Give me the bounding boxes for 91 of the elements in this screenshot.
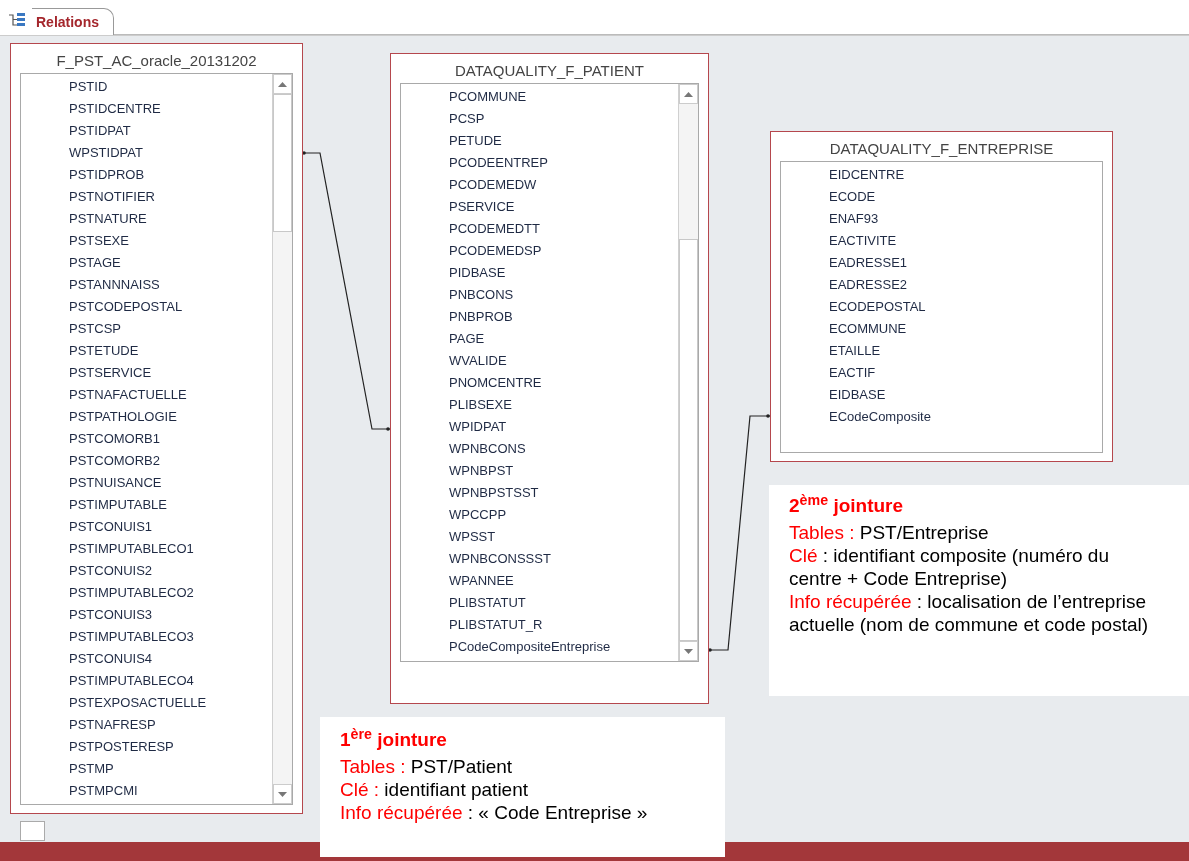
annotation-text: Tables : PST/Patient <box>340 755 514 778</box>
field-name[interactable]: PSTNAFRESP <box>21 714 272 736</box>
field-name[interactable]: PSTMP <box>21 758 272 780</box>
scrollbar[interactable] <box>272 74 292 804</box>
field-name[interactable]: PSTCONUIS3 <box>21 604 272 626</box>
field-name[interactable]: PCODEMEDSP <box>401 240 678 262</box>
field-name[interactable]: PNOMCENTRE <box>401 372 678 394</box>
annotation-text: Info récupérée : « Code Entreprise » <box>340 801 649 824</box>
field-name[interactable]: PLIBSEXE <box>401 394 678 416</box>
field-name[interactable]: PAGE <box>401 328 678 350</box>
field-name[interactable]: PSTIDPAT <box>21 120 272 142</box>
table-title: F_PST_AC_oracle_20131202 <box>55 51 258 71</box>
scroll-thumb[interactable] <box>273 94 292 232</box>
field-name[interactable]: PCODEMEDW <box>401 174 678 196</box>
field-name[interactable]: PSTPOSTERESP <box>21 736 272 758</box>
field-name[interactable]: PCSP <box>401 108 678 130</box>
field-name[interactable]: PSTIDPROB <box>21 164 272 186</box>
field-name[interactable]: PCOMMUNE <box>401 86 678 108</box>
field-name[interactable]: PSTMPCMI <box>21 780 272 802</box>
field-name[interactable]: WPIDPAT <box>401 416 678 438</box>
field-name[interactable]: PSTID <box>21 76 272 98</box>
field-name[interactable]: PSTPATHOLOGIE <box>21 406 272 428</box>
annotation-heading: 1$^{ère}$ jointure <box>340 725 448 752</box>
field-name[interactable]: ETAILLE <box>781 340 1102 362</box>
field-name[interactable]: PCODEMEDTT <box>401 218 678 240</box>
field-name[interactable]: PSTCOMORB1 <box>21 428 272 450</box>
field-name[interactable]: PSTCODEPOSTAL <box>21 296 272 318</box>
field-name[interactable]: PSTEXPOSACTUELLE <box>21 692 272 714</box>
scroll-thumb[interactable] <box>679 239 698 641</box>
table-title: DATAQUALITY_F_PATIENT <box>454 61 645 81</box>
field-name[interactable]: EADRESSE2 <box>781 274 1102 296</box>
field-name[interactable]: PSTIMPUTABLECO4 <box>21 670 272 692</box>
field-name[interactable]: PSTAGE <box>21 252 272 274</box>
field-name[interactable]: ENAF93 <box>781 208 1102 230</box>
field-name[interactable]: PSTCONUIS4 <box>21 648 272 670</box>
field-name[interactable]: PSTNOTIFIER <box>21 186 272 208</box>
field-name[interactable]: PSTNUISANCE <box>21 472 272 494</box>
field-name[interactable]: PSTIMPUTABLECO2 <box>21 582 272 604</box>
field-name[interactable]: WPNBPST <box>401 460 678 482</box>
field-name[interactable]: PSTIMPUTABLECO1 <box>21 538 272 560</box>
field-name[interactable]: PSTCONUIS1 <box>21 516 272 538</box>
field-name[interactable]: WPANNEE <box>401 570 678 592</box>
table-window[interactable] <box>390 53 709 704</box>
field-name[interactable]: ECODEPOSTAL <box>781 296 1102 318</box>
field-name[interactable]: PNBCONS <box>401 284 678 306</box>
field-name[interactable]: ECOMMUNE <box>781 318 1102 340</box>
field-name[interactable]: PSTNAFACTUELLE <box>21 384 272 406</box>
field-name[interactable]: ECODE <box>781 186 1102 208</box>
field-name[interactable]: WVALIDE <box>401 350 678 372</box>
field-name[interactable]: PSTIDCENTRE <box>21 98 272 120</box>
field-name[interactable]: PSERVICE <box>401 196 678 218</box>
annotation-text: Clé : identifiant composite (numéro du centre + Code Entreprise) <box>789 544 1110 590</box>
annotation-text: Info récupérée : localisation de l’entreprise actuelle (nom de commune et code postal) <box>789 590 1150 636</box>
table-window[interactable]: DATAQUALITY_F_ENTREPRISE EIDCENTRE ECODE ENAF93 EACTIVITE EADRESSE1 EADRESSE2 ECODEPOSTAL ECOMMUNE ETAILLE EACTIF EIDBASE ECodeComposite <box>770 131 1113 462</box>
field-name[interactable]: PETUDE <box>401 130 678 152</box>
field-name[interactable]: WPSTIDPAT <box>21 142 272 164</box>
field-name[interactable]: PCODEENTREP <box>401 152 678 174</box>
field-name[interactable]: PSTNATURE <box>21 208 272 230</box>
field-name[interactable]: PSTIMPUTABLE <box>21 494 272 516</box>
field-name[interactable]: PSTSERVICE <box>21 362 272 384</box>
annotation-heading: 2$^{ème}$ jointure <box>789 491 905 518</box>
field-name[interactable]: ECodeComposite <box>781 406 1102 428</box>
relations-tab[interactable]: Relations <box>32 8 114 35</box>
field-name[interactable]: PLIBSTATUT_R <box>401 614 678 636</box>
annotation-text: Clé : identifiant patient <box>340 778 530 801</box>
field-name[interactable]: WPCCPP <box>401 504 678 526</box>
field-name[interactable]: WPNBCONSSST <box>401 548 678 570</box>
field-name[interactable]: EACTIF <box>781 362 1102 384</box>
field-name[interactable]: PSTETUDE <box>21 340 272 362</box>
annotation-text: Tables : PST/Entreprise <box>789 521 990 544</box>
field-name[interactable]: EIDBASE <box>781 384 1102 406</box>
scrollbar[interactable] <box>678 84 698 661</box>
field-name[interactable]: PLIBSTATUT <box>401 592 678 614</box>
field-name[interactable]: PSTCSP <box>21 318 272 340</box>
field-name[interactable]: PSTSEXE <box>21 230 272 252</box>
field-name[interactable]: WPSST <box>401 526 678 548</box>
relations-tab-icon <box>8 12 26 28</box>
field-name[interactable]: WPNBCONS <box>401 438 678 460</box>
field-name[interactable]: PSTIMPUTABLECO3 <box>21 626 272 648</box>
field-name[interactable]: EADRESSE1 <box>781 252 1102 274</box>
field-name[interactable]: WPNBPSTSST <box>401 482 678 504</box>
table-title: DATAQUALITY_F_ENTREPRISE <box>828 139 1055 159</box>
field-name[interactable]: PIDBASE <box>401 262 678 284</box>
navigation-box[interactable] <box>20 821 45 841</box>
field-name[interactable]: PSTANNNAISS <box>21 274 272 296</box>
field-name[interactable]: EACTIVITE <box>781 230 1102 252</box>
field-name[interactable]: PSTCOMORB2 <box>21 450 272 472</box>
field-name[interactable]: PCodeCompositeEntreprise <box>401 636 678 658</box>
field-name[interactable]: PSTCONUIS2 <box>21 560 272 582</box>
field-name[interactable]: PNBPROB <box>401 306 678 328</box>
field-name[interactable]: EIDCENTRE <box>781 164 1102 186</box>
